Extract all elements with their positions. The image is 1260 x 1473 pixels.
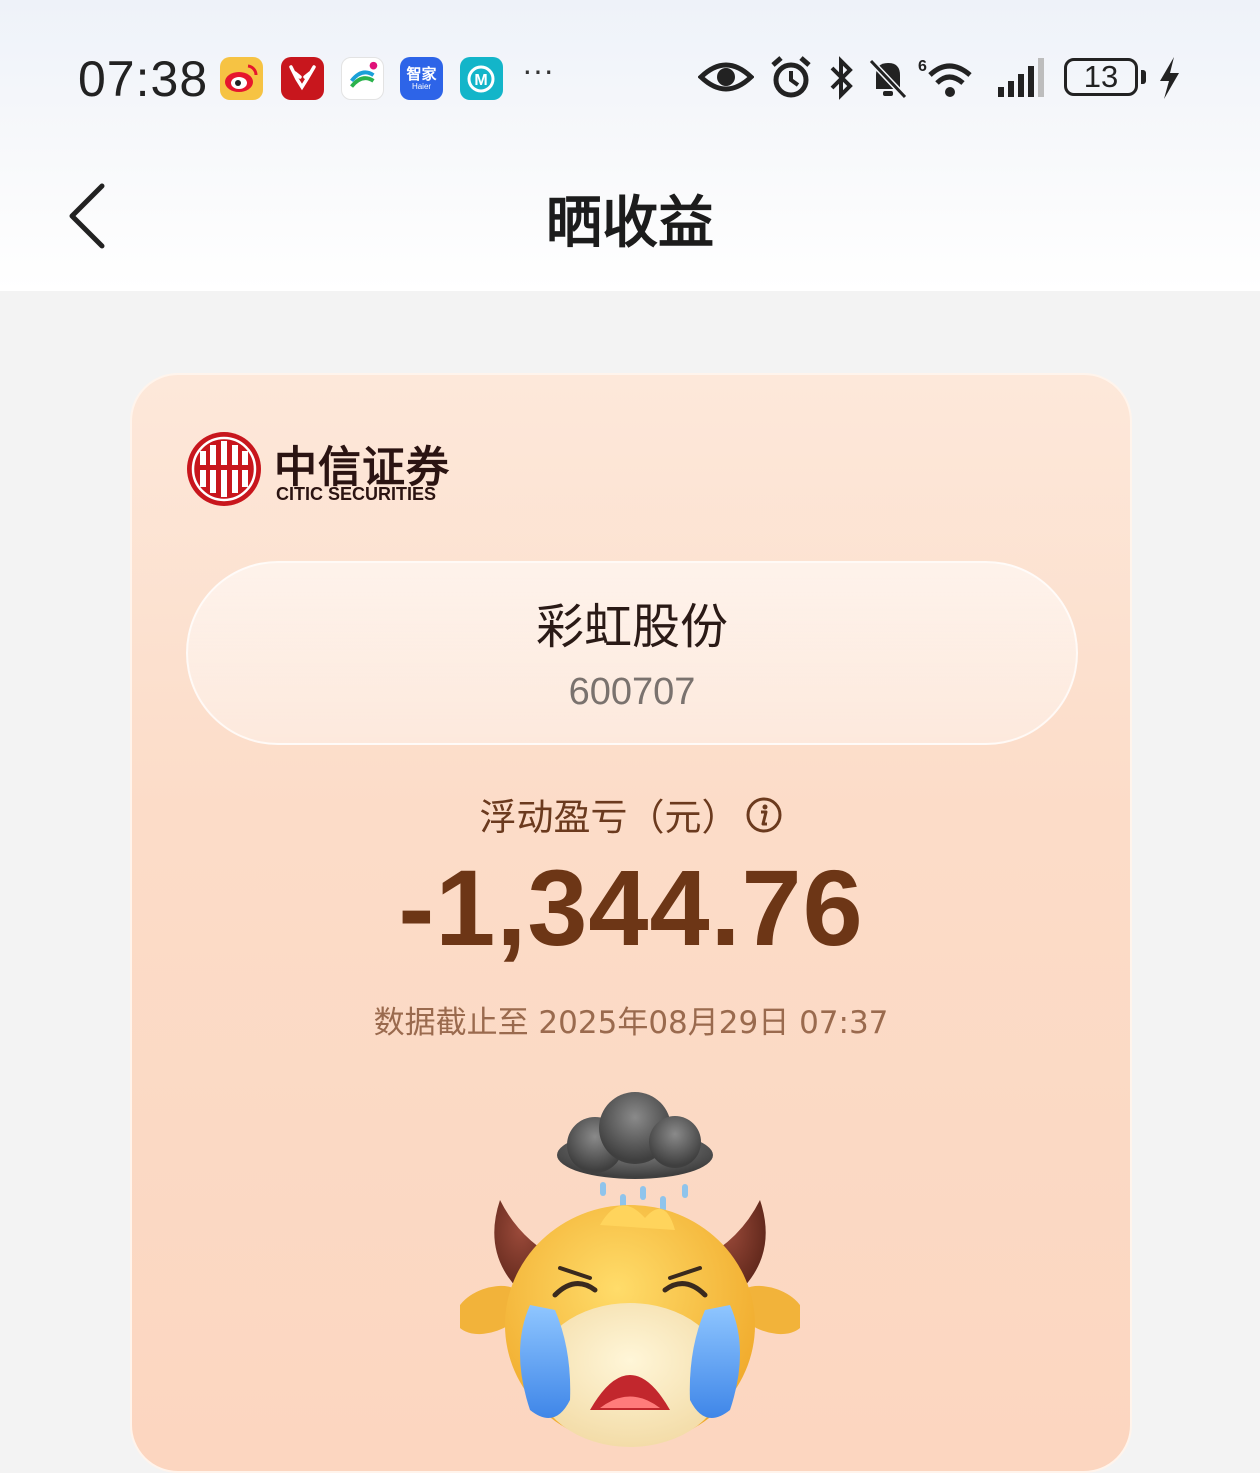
crying-bull-mascot-icon (460, 1092, 800, 1447)
broker-name-en: CITIC SECURITIES (276, 484, 437, 504)
page-title: 晒收益 (546, 191, 714, 256)
m-app-icon: M (460, 57, 503, 100)
citic-logo-icon (187, 432, 261, 506)
battery-tip (1141, 70, 1146, 84)
battery-icon: 13 (1064, 58, 1138, 96)
stock-name: 彩虹股份 (535, 599, 728, 655)
pnl-value: -1,344.76 (398, 847, 864, 968)
stock-code: 600707 (568, 671, 696, 713)
info-icon[interactable] (745, 796, 783, 843)
charging-icon (1160, 57, 1179, 99)
mute-bell-icon (868, 58, 908, 100)
alarm-icon (771, 56, 811, 98)
status-time: 07:38 (78, 51, 209, 107)
eye-icon (698, 62, 754, 92)
signal-icon (998, 58, 1044, 97)
bluetooth-icon (830, 56, 853, 100)
more-notifications-icon: ··· (522, 52, 554, 88)
status-bar: 07:38 智家 Haier M ··· 6 13 (0, 0, 1260, 160)
antlers-app-icon (281, 57, 324, 100)
battery-level: 13 (1083, 59, 1119, 94)
svg-text:6: 6 (918, 58, 927, 75)
stock-info-pill: 彩虹股份 600707 (186, 561, 1078, 745)
profit-share-card: 中信证券 CITIC SECURITIES 彩虹股份 600707 浮动盈亏（元… (130, 373, 1132, 1473)
pnl-label-row: 浮动盈亏（元） (132, 787, 1130, 843)
china-mobile-icon (341, 57, 384, 100)
rain-cloud (557, 1092, 713, 1179)
wifi-icon: 6 (918, 58, 972, 97)
svg-text:M: M (474, 72, 487, 89)
top-area: 07:38 智家 Haier M ··· 6 13 晒收益 (0, 0, 1260, 291)
data-timestamp: 数据截止至 2025年08月29日 07:37 (373, 1005, 889, 1041)
haier-smart-home-icon: 智家 Haier (400, 57, 443, 100)
weibo-icon (220, 57, 263, 100)
pnl-label: 浮动盈亏（元） (479, 796, 739, 839)
